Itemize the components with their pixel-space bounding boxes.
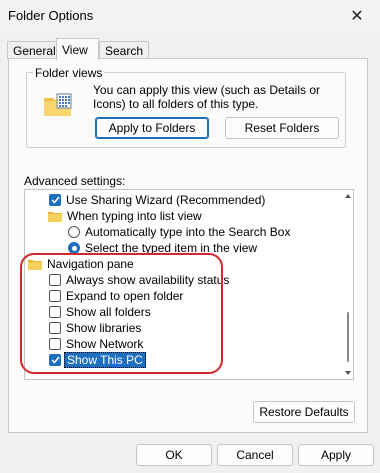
ok-button[interactable]: OK (136, 444, 212, 466)
restore-defaults-button[interactable]: Restore Defaults (253, 401, 355, 423)
list-item[interactable]: Show libraries (49, 320, 141, 336)
close-icon: ✕ (350, 8, 364, 25)
folder-icon (48, 211, 62, 222)
folder-views-group: Folder views You can apply this view (su… (26, 66, 346, 148)
checkbox[interactable] (49, 290, 61, 302)
cancel-button[interactable]: Cancel (217, 444, 293, 466)
folder-icon (28, 259, 42, 270)
advanced-settings-label: Advanced settings: (24, 174, 126, 188)
list-item: Navigation pane (28, 256, 134, 272)
folder-views-description: You can apply this view (such as Details… (93, 83, 321, 111)
checkbox[interactable] (49, 306, 61, 318)
scroll-thumb[interactable] (347, 312, 349, 362)
list-item[interactable]: Show Network (49, 336, 143, 352)
list-item[interactable]: Automatically type into the Search Box (68, 224, 290, 240)
list-item-selected[interactable]: Show This PC (49, 352, 146, 368)
list-item[interactable]: Select the typed item in the view (68, 240, 257, 256)
checkbox[interactable] (49, 322, 61, 334)
radio-button[interactable] (68, 226, 80, 238)
list-item[interactable]: Expand to open folder (49, 288, 183, 304)
title-bar: Folder Options ✕ (0, 0, 380, 32)
close-button[interactable]: ✕ (334, 0, 380, 32)
scroll-down-icon[interactable] (345, 371, 351, 375)
reset-folders-button[interactable]: Reset Folders (225, 117, 339, 139)
list-item[interactable]: Always show availability status (49, 272, 229, 288)
folder-view-icon (43, 92, 73, 118)
scroll-up-icon[interactable] (345, 194, 351, 198)
vertical-scrollbar[interactable] (343, 190, 353, 379)
checkbox[interactable] (49, 274, 61, 286)
radio-button-selected[interactable] (68, 242, 80, 254)
apply-button[interactable]: Apply (298, 444, 374, 466)
window-title: Folder Options (8, 8, 94, 23)
tab-view[interactable]: View (56, 38, 99, 60)
checkbox-checked[interactable] (49, 354, 61, 366)
list-item[interactable]: Use Sharing Wizard (Recommended) (49, 192, 265, 208)
list-item[interactable]: Show all folders (49, 304, 151, 320)
checkbox-checked[interactable] (49, 194, 61, 206)
list-item: When typing into list view (48, 208, 202, 224)
checkbox[interactable] (49, 338, 61, 350)
advanced-settings-tree[interactable]: Use Sharing Wizard (Recommended) When ty… (24, 189, 354, 380)
tab-general[interactable]: General (7, 41, 57, 59)
tab-search[interactable]: Search (99, 41, 149, 59)
folder-views-label: Folder views (33, 66, 105, 80)
apply-to-folders-button[interactable]: Apply to Folders (95, 117, 209, 139)
